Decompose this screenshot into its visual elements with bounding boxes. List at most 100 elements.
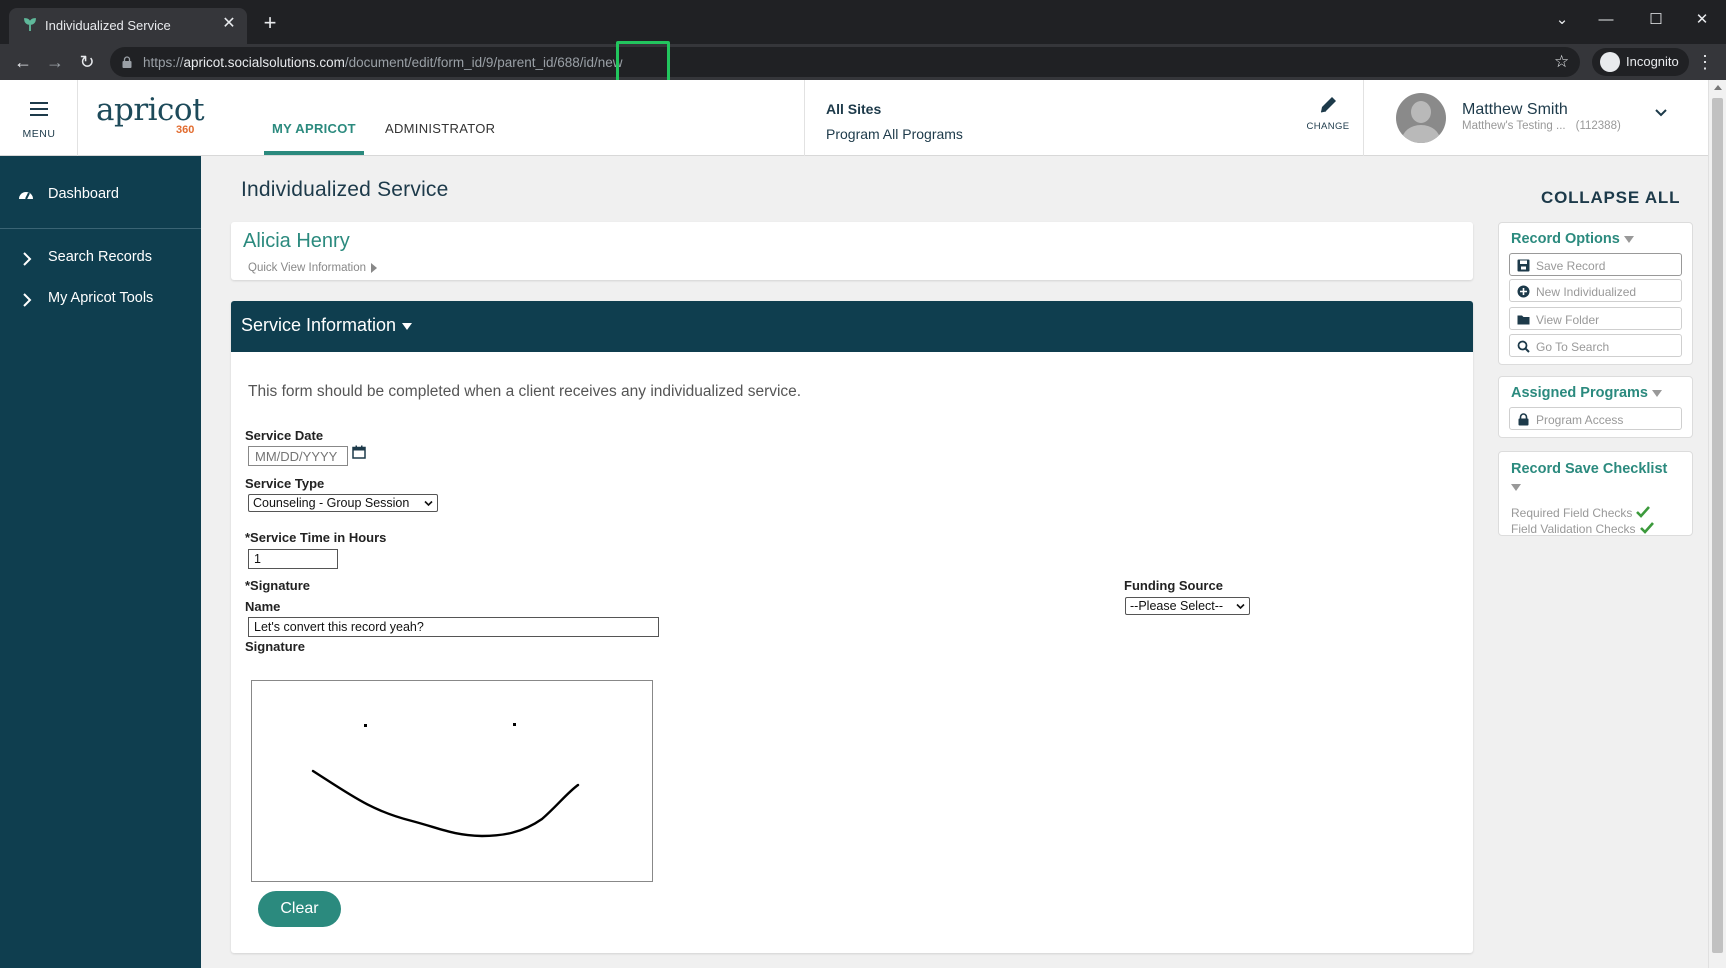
minimize-icon[interactable]: — (1590, 6, 1622, 34)
signature-drawing (311, 723, 580, 838)
funding-source-label: Funding Source (1124, 578, 1223, 593)
menu-button[interactable]: MENU (0, 80, 78, 156)
bookmark-star-icon[interactable]: ☆ (1554, 53, 1569, 71)
signature-name-input[interactable] (248, 617, 659, 637)
tab-administrator[interactable]: ADMINISTRATOR (385, 121, 495, 136)
scroll-up-icon[interactable] (1714, 85, 1722, 90)
lock-icon (122, 56, 132, 68)
client-name[interactable]: Alicia Henry (243, 230, 350, 253)
pencil-icon (1320, 97, 1336, 113)
service-type-select[interactable]: Counseling - Group Session (248, 494, 438, 512)
sites-program: Program All Programs (826, 126, 963, 142)
chevron-down-icon (1236, 603, 1245, 610)
user-id: (112388) (1575, 120, 1621, 132)
funding-source-select[interactable]: --Please Select-- (1125, 597, 1250, 615)
menu-label: MENU (22, 128, 56, 140)
change-button[interactable]: CHANGE (1303, 90, 1353, 146)
checklist-title[interactable]: Record Save Checklist (1511, 460, 1681, 496)
caret-down-icon (1652, 389, 1662, 397)
service-time-label: *Service Time in Hours (245, 530, 387, 545)
url-highlight-box (616, 41, 670, 83)
signature-pad[interactable] (251, 680, 653, 882)
funding-source-value: --Please Select-- (1130, 599, 1224, 613)
incognito-badge[interactable]: Incognito (1592, 48, 1689, 76)
save-record-button[interactable]: Save Record (1509, 253, 1682, 276)
caret-right-icon (371, 262, 378, 273)
sidebar-item-dashboard[interactable]: Dashboard (48, 186, 119, 202)
sidebar-item-my-apricot-tools[interactable]: My Apricot Tools (48, 290, 153, 306)
field-validation-checks: Field Validation Checks (1511, 522, 1654, 536)
close-window-icon[interactable]: ✕ (1686, 6, 1718, 34)
app-header: MENU apricot 360 MY APRICOT ADMINISTRATO… (0, 80, 1708, 156)
tab-my-apricot[interactable]: MY APRICOT (264, 121, 364, 155)
view-folder-button[interactable]: View Folder (1509, 307, 1682, 330)
service-date-input[interactable] (248, 446, 348, 466)
scroll-thumb[interactable] (1712, 98, 1723, 953)
chevron-right-icon (23, 252, 32, 266)
service-time-input[interactable] (248, 549, 338, 569)
service-type-label: Service Type (245, 476, 325, 491)
site-program-selector: All Sites Program All Programs CHANGE (804, 80, 1364, 156)
save-icon (1517, 259, 1530, 272)
assigned-programs-panel: Assigned Programs Program Access (1498, 376, 1693, 438)
hamburger-icon (30, 102, 48, 116)
tab-close-icon[interactable]: ✕ (219, 14, 239, 34)
signature-section-label: *Signature (245, 578, 311, 593)
service-information-section: Service Information This form should be … (231, 301, 1473, 953)
sidebar-item-search-records[interactable]: Search Records (48, 249, 152, 265)
page-title: Individualized Service (241, 178, 449, 201)
browser-toolbar: ← → ↻ https://apricot.socialsolutions.co… (0, 44, 1726, 80)
clear-signature-button[interactable]: Clear (258, 891, 341, 927)
record-options-panel: Record Options Save Record New Individua… (1498, 222, 1693, 365)
user-menu[interactable]: Matthew Smith Matthew's Testing ... (1123… (1378, 80, 1708, 156)
apricot-favicon-icon (24, 18, 36, 31)
service-type-value: Counseling - Group Session (253, 496, 410, 510)
caret-down-icon (1511, 483, 1521, 491)
assigned-programs-title[interactable]: Assigned Programs (1511, 385, 1662, 401)
checkmark-icon (1639, 522, 1654, 534)
collapse-all-button[interactable]: COLLAPSE ALL (1541, 188, 1680, 208)
browser-menu-icon[interactable]: ⋮ (1696, 50, 1714, 74)
form-intro-text: This form should be completed when a cli… (248, 383, 802, 400)
maximize-icon[interactable]: ☐ (1640, 6, 1672, 34)
dashboard-icon (19, 192, 33, 200)
apricot-logo[interactable]: apricot (96, 92, 205, 128)
chevron-down-icon (424, 500, 433, 507)
lock-icon (1518, 413, 1529, 426)
main-content: Individualized Service Alicia Henry Quic… (201, 156, 1708, 968)
service-date-label: Service Date (245, 428, 324, 443)
browser-tab[interactable]: Individualized Service ✕ (9, 8, 247, 44)
page-scrollbar[interactable] (1708, 80, 1726, 968)
program-access-button[interactable]: Program Access (1509, 407, 1682, 430)
user-name: Matthew Smith (1462, 101, 1568, 118)
logo-360: 360 (176, 124, 195, 136)
section-title: Service Information (241, 315, 413, 336)
new-individualized-button[interactable]: New Individualized (1509, 279, 1682, 302)
chevron-down-icon[interactable] (1654, 106, 1668, 120)
caret-down-icon (1623, 235, 1634, 243)
search-icon (1517, 340, 1530, 353)
tab-search-icon[interactable]: ⌄ (1546, 6, 1578, 34)
forward-icon[interactable]: → (42, 49, 68, 75)
caret-down-icon (402, 322, 413, 330)
new-tab-icon[interactable]: + (258, 12, 282, 36)
sites-title: All Sites (826, 101, 882, 117)
go-to-search-button[interactable]: Go To Search (1509, 334, 1682, 357)
section-header[interactable]: Service Information (231, 301, 1473, 352)
reload-icon[interactable]: ↻ (74, 49, 100, 75)
address-bar[interactable]: https://apricot.socialsolutions.com/docu… (110, 47, 1580, 77)
record-options-title[interactable]: Record Options (1511, 231, 1634, 247)
incognito-label: Incognito (1626, 54, 1679, 69)
chevron-right-icon (23, 293, 32, 307)
back-icon[interactable]: ← (10, 49, 36, 75)
signature-name-label: Name (245, 599, 281, 614)
tab-title: Individualized Service (45, 18, 171, 33)
calendar-icon[interactable] (352, 445, 366, 459)
record-save-checklist-panel: Record Save Checklist Required Field Che… (1498, 451, 1693, 536)
checkmark-icon (1636, 506, 1651, 518)
required-field-checks: Required Field Checks (1511, 506, 1651, 520)
client-card: Alicia Henry Quick View Information (231, 222, 1473, 280)
quick-view-toggle[interactable]: Quick View Information (248, 262, 378, 274)
user-org: Matthew's Testing ... (112388) (1462, 120, 1621, 132)
folder-icon (1517, 315, 1530, 325)
